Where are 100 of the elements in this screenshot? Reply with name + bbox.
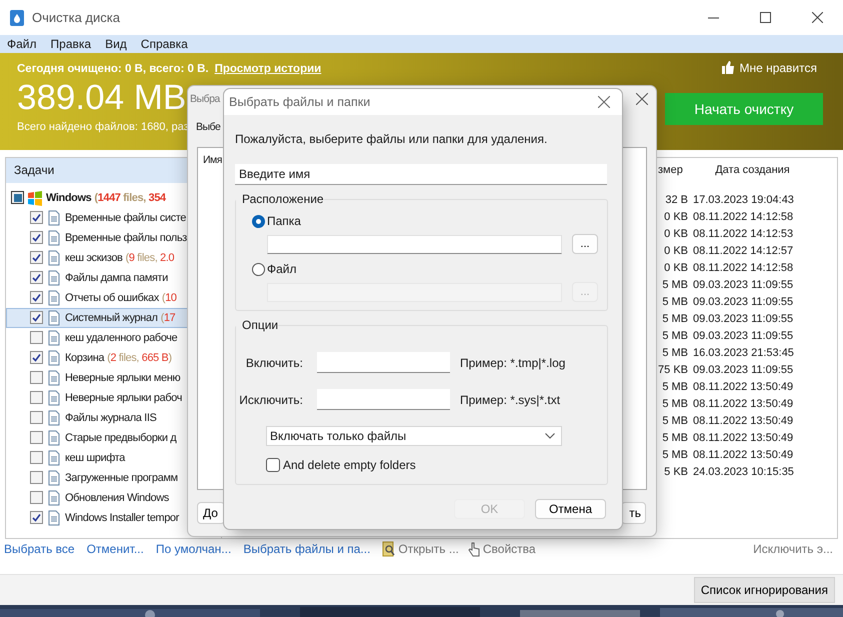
checkbox[interactable] xyxy=(30,511,43,524)
link[interactable]: Выбрать файлы и па... xyxy=(243,542,370,556)
radio-option[interactable]: Папка xyxy=(252,214,301,228)
checkbox[interactable] xyxy=(30,431,43,444)
menu-item[interactable]: Вид xyxy=(98,36,134,51)
tree-item[interactable]: Файлы дампа памяти xyxy=(6,268,221,288)
date-cell-text: 08.11.2022 13:50:49 xyxy=(692,414,794,430)
tree-item[interactable]: кеш удаленного рабоче xyxy=(6,328,221,348)
tree-item[interactable]: кеш шрифта xyxy=(6,448,221,468)
radio-button[interactable] xyxy=(252,262,265,276)
group-title: Опции xyxy=(236,318,278,332)
file-icon xyxy=(46,230,62,246)
checkbox[interactable] xyxy=(30,291,43,304)
link[interactable]: По умолчан... xyxy=(156,542,232,556)
checkbox[interactable] xyxy=(30,451,43,464)
window-title: Очистка диска xyxy=(32,10,120,25)
tree-item[interactable]: Неверные ярлыки рабоч xyxy=(6,388,221,408)
date-cell-text: 08.11.2022 14:12:58 xyxy=(692,261,794,276)
tree-item[interactable]: кеш эскизов (9 files, 2.0 xyxy=(6,248,221,268)
column-header[interactable]: Дата создания xyxy=(688,158,837,183)
checkbox[interactable] xyxy=(30,271,43,284)
like-button[interactable]: Мне нравится xyxy=(722,60,817,75)
dialog-button[interactable]: ть xyxy=(621,502,646,524)
menu-item[interactable]: Правка xyxy=(44,36,98,51)
checkbox[interactable] xyxy=(30,331,43,344)
task-label: кеш шрифта xyxy=(65,452,125,464)
open-button[interactable]: Открыть ... xyxy=(382,541,459,558)
size-cell-text: 5 MB xyxy=(661,312,688,328)
minimize-icon xyxy=(708,16,718,18)
dialog-button[interactable]: До xyxy=(197,502,225,524)
date-cell-text: 08.11.2022 13:50:49 xyxy=(692,397,794,412)
tree-item[interactable]: Неверные ярлыки меню xyxy=(6,368,221,388)
tree-item[interactable]: Windows (1447 files, 354 xyxy=(6,188,221,208)
checkbox[interactable] xyxy=(11,191,24,204)
size-cell-text: 5 MB xyxy=(661,397,688,412)
date-cell-text: 16.03.2023 21:53:45 xyxy=(692,346,795,362)
ignore-list-button[interactable]: Список игнорирования xyxy=(694,577,835,604)
size-cell-text: 5 MB xyxy=(661,295,688,310)
file-icon xyxy=(46,510,62,526)
radio-option[interactable]: Файл xyxy=(252,262,297,276)
link[interactable]: Выбрать все xyxy=(4,542,75,556)
magnifier-icon xyxy=(382,541,396,558)
task-label: кеш удаленного рабоче xyxy=(65,332,178,344)
dialog-label: Выбе xyxy=(196,121,220,133)
checkbox[interactable] xyxy=(30,371,43,384)
file-icon xyxy=(46,470,62,486)
tree-item[interactable]: Временные файлы систе xyxy=(6,208,221,228)
close-icon xyxy=(812,12,822,23)
checkbox[interactable] xyxy=(30,391,43,404)
browse-button[interactable]: ... xyxy=(572,234,598,254)
filter-field[interactable] xyxy=(317,352,450,373)
date-cell-text: 08.11.2022 13:50:49 xyxy=(692,448,794,464)
checkbox[interactable] xyxy=(30,411,43,424)
checkbox[interactable] xyxy=(30,231,43,244)
file-icon xyxy=(46,410,62,426)
radio-label: Папка xyxy=(267,214,301,228)
tree-item[interactable]: Старые предвыборки д xyxy=(6,428,221,448)
group-title: Расположение xyxy=(236,192,324,206)
close-icon[interactable] xyxy=(598,96,610,108)
checkbox[interactable] xyxy=(30,211,43,224)
dialog-button[interactable]: Отмена xyxy=(535,499,606,519)
checkbox[interactable] xyxy=(30,351,43,364)
path-field[interactable] xyxy=(267,234,562,254)
link[interactable]: Отменит... xyxy=(86,542,144,556)
exclude-link[interactable]: Исключить э... xyxy=(753,542,833,556)
menu-item[interactable]: Файл xyxy=(0,36,44,51)
checkbox[interactable] xyxy=(30,491,43,504)
chevron-down-icon xyxy=(545,433,555,439)
column-header[interactable]: змер xyxy=(658,158,688,183)
tree-item[interactable]: Загруженные программ xyxy=(6,468,221,488)
date-cell-text: 09.03.2023 11:09:55 xyxy=(692,363,794,378)
checkbox[interactable] xyxy=(30,471,43,484)
size-cell-text: 5 MB xyxy=(661,448,688,464)
filter-field[interactable] xyxy=(317,389,450,410)
checkbox[interactable] xyxy=(30,311,43,324)
size-cell-text: 0 KB xyxy=(663,227,688,242)
task-label: Файлы дампа памяти xyxy=(65,272,168,284)
menu-item[interactable]: Справка xyxy=(134,36,195,51)
size-cell-text: 5 MB xyxy=(661,380,688,396)
tree-item[interactable]: Отчеты об ошибках (10 xyxy=(6,288,221,308)
task-stats: (10 xyxy=(162,292,177,304)
radio-button[interactable] xyxy=(252,214,265,228)
task-label: Системный журнал xyxy=(65,312,158,324)
tree-item[interactable]: Файлы журнала IIS xyxy=(6,408,221,428)
tree-item[interactable]: Корзина (2 files, 665 B) xyxy=(6,348,221,368)
size-cell-text: 5 MB xyxy=(661,278,688,294)
size-cell-text: 5 MB xyxy=(661,414,688,430)
close-icon[interactable] xyxy=(636,92,648,104)
name-field[interactable]: Введите имя xyxy=(235,164,607,185)
file-icon xyxy=(46,370,62,386)
mode-dropdown[interactable]: Включать только файлы xyxy=(266,426,562,446)
size-cell-text: 5 MB xyxy=(661,329,688,344)
task-label: Windows xyxy=(46,192,92,204)
checkbox[interactable] xyxy=(30,251,43,264)
checkbox[interactable] xyxy=(266,458,280,472)
tree-item[interactable]: Временные файлы польз xyxy=(6,228,221,248)
properties-button[interactable]: Свойства xyxy=(466,541,536,558)
task-label: Отчеты об ошибках xyxy=(65,292,159,304)
app-icon xyxy=(10,10,24,26)
checkbox-label: And delete empty folders xyxy=(283,458,416,472)
